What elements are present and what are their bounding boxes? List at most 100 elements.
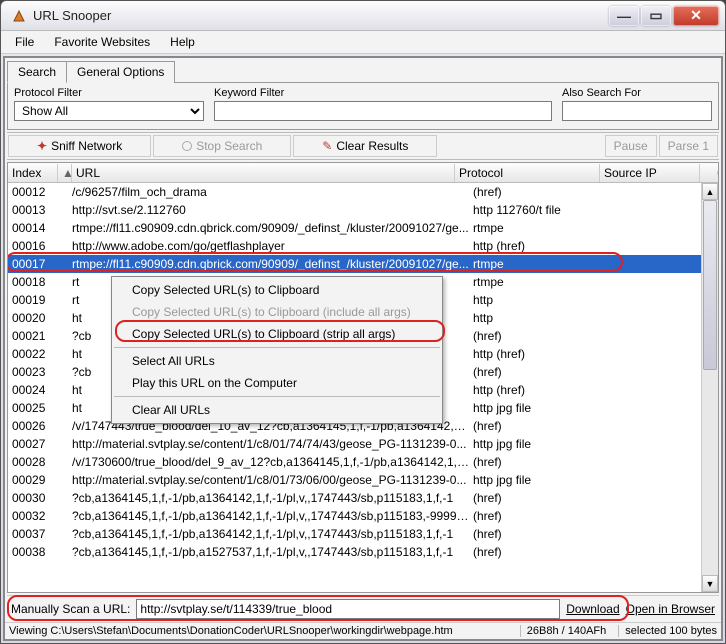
- cell-protocol: (href): [473, 545, 618, 559]
- col-url[interactable]: URL: [72, 164, 455, 182]
- window-title: URL Snooper: [33, 8, 609, 23]
- table-row[interactable]: 00013 http://svt.se/2.112760http 112760/t…: [8, 201, 718, 219]
- ctx-copy-include[interactable]: Copy Selected URL(s) to Clipboard (inclu…: [114, 301, 440, 323]
- results-table: Index ▲ URL Protocol Source IP 00012/c/9…: [7, 162, 719, 593]
- sniff-icon: ✦: [37, 139, 47, 153]
- keyword-filter-label: Keyword Filter: [214, 87, 552, 99]
- cell-url: http://svt.se/2.112760: [72, 203, 473, 217]
- table-row[interactable]: 00028/v/1730600/true_blood/del_9_av_12?c…: [8, 453, 718, 471]
- table-row[interactable]: 00032?cb,a1364145,1,f,-1/pb,a1364142,1,f…: [8, 507, 718, 525]
- cell-protocol: (href): [473, 527, 618, 541]
- cell-index: 00025: [8, 401, 58, 415]
- open-in-browser-link[interactable]: Open in Browser: [626, 602, 715, 616]
- cell-url: /c/96257/film_och_drama: [72, 185, 473, 199]
- scroll-thumb[interactable]: [703, 200, 717, 370]
- menu-favorite-websites[interactable]: Favorite Websites: [44, 33, 160, 51]
- also-search-label: Also Search For: [562, 87, 712, 99]
- tab-strip: Search General Options: [5, 58, 721, 82]
- table-row[interactable]: 00016http://www.adobe.com/go/getflashpla…: [8, 237, 718, 255]
- cell-url: http://material.svtplay.se/content/1/c8/…: [72, 473, 473, 487]
- cell-index: 00037: [8, 527, 58, 541]
- cell-protocol: (href): [473, 185, 618, 199]
- manual-scan-input[interactable]: [136, 599, 560, 619]
- cell-index: 00027: [8, 437, 58, 451]
- menu-file[interactable]: File: [5, 33, 44, 51]
- table-row[interactable]: 00012/c/96257/film_och_drama(href): [8, 183, 718, 201]
- table-row[interactable]: 00017 rtmpe://fl11.c90909.cdn.qbrick.com/…: [8, 255, 718, 273]
- cell-url: ?cb,a1364145,1,f,-1/pb,a1364142,1,f,-1/p…: [72, 527, 473, 541]
- also-search-input[interactable]: [562, 101, 712, 121]
- cell-url: rtmpe://fl11.c90909.cdn.qbrick.com/90909…: [72, 221, 473, 235]
- table-header: Index ▲ URL Protocol Source IP: [8, 163, 718, 183]
- cell-protocol: rtmpe: [473, 221, 618, 235]
- cell-protocol: http jpg file: [473, 473, 618, 487]
- cell-url: http://material.svtplay.se/content/1/c8/…: [72, 437, 473, 451]
- ctx-copy-strip-label: Copy Selected URL(s) to Clipboard (strip…: [132, 327, 395, 341]
- cell-index: 00029: [8, 473, 58, 487]
- table-row[interactable]: 00029 http://material.svtplay.se/content/…: [8, 471, 718, 489]
- keyword-filter-input[interactable]: [214, 101, 552, 121]
- col-source-ip[interactable]: Source IP: [600, 164, 700, 182]
- cell-index: 00023: [8, 365, 58, 379]
- status-hash: 26B8h / 140AFh: [520, 625, 607, 637]
- cell-protocol: http (href): [473, 383, 618, 397]
- ctx-clear-all[interactable]: Clear All URLs: [114, 399, 440, 421]
- cell-protocol: http 112760/t file: [473, 203, 618, 217]
- menu-help[interactable]: Help: [160, 33, 205, 51]
- cell-protocol: (href): [473, 419, 618, 433]
- cell-index: 00038: [8, 545, 58, 559]
- cell-protocol: (href): [473, 455, 618, 469]
- cell-protocol: http (href): [473, 347, 618, 361]
- ctx-copy-strip[interactable]: Copy Selected URL(s) to Clipboard (strip…: [114, 323, 440, 345]
- statusbar: Viewing C:\Users\Stefan\Documents\Donati…: [5, 622, 721, 639]
- cell-url: rtmpe://fl11.c90909.cdn.qbrick.com/90909…: [72, 257, 473, 271]
- table-row[interactable]: 00038?cb,a1364145,1,f,-1/pb,a1527537,1,f…: [8, 543, 718, 561]
- table-row[interactable]: 00037 ?cb,a1364145,1,f,-1/pb,a1364142,1,f…: [8, 525, 718, 543]
- cell-index: 00020: [8, 311, 58, 325]
- close-button[interactable]: ✕: [673, 6, 719, 26]
- cell-protocol: (href): [473, 491, 618, 505]
- cell-index: 00028: [8, 455, 58, 469]
- sniff-network-button[interactable]: ✦ Sniff Network: [8, 135, 151, 157]
- cell-index: 00013: [8, 203, 58, 217]
- filter-panel: Protocol Filter Show All Keyword Filter …: [7, 82, 719, 130]
- protocol-filter-select[interactable]: Show All: [14, 101, 204, 121]
- context-menu: Copy Selected URL(s) to Clipboard Copy S…: [111, 276, 443, 424]
- cell-protocol: (href): [473, 365, 618, 379]
- ctx-copy[interactable]: Copy Selected URL(s) to Clipboard: [114, 279, 440, 301]
- table-row[interactable]: 00027 http://material.svtplay.se/content/…: [8, 435, 718, 453]
- tab-search[interactable]: Search: [7, 61, 67, 83]
- cell-index: 00014: [8, 221, 58, 235]
- maximize-button[interactable]: ▭: [641, 6, 671, 26]
- ctx-select-all[interactable]: Select All URLs: [114, 350, 440, 372]
- tab-general-options[interactable]: General Options: [66, 61, 175, 83]
- cell-protocol: http: [473, 293, 618, 307]
- col-protocol[interactable]: Protocol: [455, 164, 600, 182]
- table-row[interactable]: 00014 rtmpe://fl11.c90909.cdn.qbrick.com/…: [8, 219, 718, 237]
- vertical-scrollbar[interactable]: ▲ ▼: [701, 183, 718, 592]
- download-link[interactable]: Download: [566, 602, 619, 616]
- scroll-down-button[interactable]: ▼: [702, 575, 718, 592]
- stop-search-button[interactable]: Stop Search: [153, 135, 291, 157]
- cell-protocol: (href): [473, 509, 618, 523]
- table-row[interactable]: 00030?cb,a1364145,1,f,-1/pb,a1364142,1,f…: [8, 489, 718, 507]
- scroll-up-button[interactable]: ▲: [702, 183, 718, 200]
- ctx-play[interactable]: Play this URL on the Computer: [114, 372, 440, 394]
- cell-index: 00030: [8, 491, 58, 505]
- main-window: URL Snooper — ▭ ✕ File Favorite Websites…: [0, 0, 726, 644]
- stop-label: Stop Search: [196, 139, 262, 153]
- scroll-track[interactable]: [702, 200, 718, 575]
- parse-button[interactable]: Parse 1: [659, 135, 718, 157]
- cell-url: /v/1730600/true_blood/del_9_av_12?cb,a13…: [72, 455, 473, 469]
- sort-indicator-icon: ▲: [58, 164, 72, 182]
- clear-results-button[interactable]: ✎ Clear Results: [293, 135, 437, 157]
- pause-button[interactable]: Pause: [605, 135, 657, 157]
- cell-url: ?cb,a1364145,1,f,-1/pb,a1364142,1,f,-1/p…: [72, 509, 473, 523]
- cell-protocol: rtmpe: [473, 275, 618, 289]
- minimize-button[interactable]: —: [609, 6, 639, 26]
- cell-url: http://www.adobe.com/go/getflashplayer: [72, 239, 473, 253]
- cell-index: 00017: [8, 257, 58, 271]
- protocol-filter-label: Protocol Filter: [14, 87, 204, 99]
- col-index[interactable]: Index: [8, 164, 58, 182]
- toolbar: ✦ Sniff Network Stop Search ✎ Clear Resu…: [7, 132, 719, 160]
